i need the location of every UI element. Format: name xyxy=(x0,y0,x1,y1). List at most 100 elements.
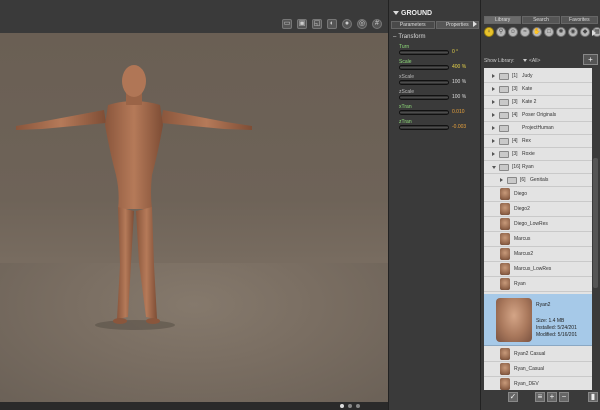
tab-parameters[interactable]: Parameters xyxy=(391,21,435,29)
folder-row[interactable]: [4] Rex xyxy=(484,135,592,148)
figures-icon[interactable]: ♀ xyxy=(484,27,494,37)
page-dot-icon[interactable] xyxy=(348,404,352,408)
figure-row[interactable]: Diego_LowRes xyxy=(484,217,592,232)
expand-down-icon[interactable] xyxy=(492,166,496,169)
tab-search[interactable]: Search xyxy=(522,16,560,24)
folder-name: Poser Originals xyxy=(522,112,557,118)
remove-item-button[interactable]: − xyxy=(559,392,569,402)
apply-button[interactable]: ✓ xyxy=(508,392,518,402)
figure-row[interactable]: Marcus xyxy=(484,232,592,247)
folder-name: Rex xyxy=(522,138,531,144)
hand-icon[interactable]: ✋ xyxy=(532,27,542,37)
folder-row[interactable]: [3] Kate xyxy=(484,83,592,96)
view-icon[interactable]: ◐ xyxy=(327,19,337,29)
folder-icon xyxy=(499,151,509,158)
hair-icon[interactable]: ≈ xyxy=(520,27,530,37)
lights-icon[interactable]: ✺ xyxy=(556,27,566,37)
collapse-arrow-icon[interactable] xyxy=(393,11,399,15)
dial-value[interactable]: 0 ° xyxy=(452,49,458,55)
expand-right-icon[interactable] xyxy=(492,126,495,130)
figure-row[interactable]: Diego2 xyxy=(484,202,592,217)
dial-value[interactable]: 0.010 xyxy=(452,109,465,115)
figure-row[interactable]: Ryan2 Casual xyxy=(484,347,592,362)
library-scrollbar[interactable] xyxy=(592,68,599,390)
scroll-thumb[interactable] xyxy=(593,158,598,288)
tab-library[interactable]: Library xyxy=(484,16,522,24)
expand-right-icon[interactable] xyxy=(492,87,495,91)
chevron-down-icon[interactable] xyxy=(523,59,527,62)
human-figure[interactable] xyxy=(0,33,388,402)
page-dot-icon[interactable] xyxy=(356,404,360,408)
layout-icon[interactable]: ▣ xyxy=(297,19,307,29)
dial-zscale[interactable]: zScale 100 % xyxy=(397,89,477,103)
add-library-button[interactable]: + xyxy=(583,54,598,65)
tab-favorites[interactable]: Favorites xyxy=(560,16,598,24)
section-transform[interactable]: Transform xyxy=(393,34,425,40)
dial-xscale[interactable]: xScale 100 % xyxy=(397,74,477,88)
camera-select-icon[interactable]: ▭ xyxy=(282,19,292,29)
expand-right-icon[interactable] xyxy=(492,100,495,104)
expand-right-icon[interactable] xyxy=(492,139,495,143)
expression-icon[interactable]: ☺ xyxy=(508,27,518,37)
dial-value[interactable]: 100 % xyxy=(452,94,466,100)
folder-row[interactable]: [1] Judy xyxy=(484,70,592,83)
target-icon[interactable]: ◎ xyxy=(357,19,367,29)
props-icon[interactable]: □ xyxy=(544,27,554,37)
dial-value[interactable]: -0.003 xyxy=(452,124,466,130)
figure-name: Ryan2 Casual xyxy=(514,351,546,357)
dial-track[interactable] xyxy=(399,65,449,70)
folder-row[interactable]: [6] Genitals xyxy=(484,174,592,187)
panel-menu-icon[interactable] xyxy=(473,21,477,27)
grid-icon[interactable]: # xyxy=(372,19,382,29)
expand-right-icon[interactable] xyxy=(492,74,495,78)
show-library-select[interactable]: <All> xyxy=(529,58,540,64)
folder-row[interactable]: [3] Roxie xyxy=(484,148,592,161)
add-to-library-button[interactable]: ≡ xyxy=(535,392,545,402)
library-list[interactable]: Ryan2 Size: 1.4 MB Installed: 5/24/201 M… xyxy=(484,68,592,390)
dial-track[interactable] xyxy=(399,125,449,130)
dial-turn[interactable]: Turn 0 ° xyxy=(397,44,477,58)
figure-row[interactable]: Marcus2 xyxy=(484,247,592,262)
dial-xtran[interactable]: xTran 0.010 xyxy=(397,104,477,118)
dial-value[interactable]: 400 % xyxy=(452,64,466,70)
figure-row[interactable]: Diego xyxy=(484,187,592,202)
dial-ztran[interactable]: zTran -0.003 xyxy=(397,119,477,133)
fit-icon[interactable]: ◱ xyxy=(312,19,322,29)
camera-icon[interactable]: ◉ xyxy=(568,27,578,37)
dial-track[interactable] xyxy=(399,110,449,115)
dial-track[interactable] xyxy=(399,95,449,100)
dial-scale[interactable]: Scale 400 % xyxy=(397,59,477,73)
document-viewport[interactable]: ▭ ▣ ◱ ◐ ● ◎ # xyxy=(0,0,388,410)
folder-icon xyxy=(499,86,509,93)
figure-name: Marcus_LowRes xyxy=(514,266,552,272)
figure-row[interactable]: Ryan_Casual xyxy=(484,362,592,377)
dial-track[interactable] xyxy=(399,50,449,55)
folder-count: [6] xyxy=(520,177,526,183)
expand-right-icon[interactable] xyxy=(492,152,495,156)
figure-row[interactable]: Marcus_LowRes xyxy=(484,262,592,277)
folder-row[interactable]: [4] Poser Originals xyxy=(484,109,592,122)
folder-row[interactable]: [16] Ryan xyxy=(484,161,592,174)
folder-count: [3] xyxy=(512,99,518,105)
expand-right-icon[interactable] xyxy=(500,178,503,182)
figure-row[interactable]: Ryan_DEV xyxy=(484,377,592,390)
actor-header[interactable]: GROUND xyxy=(389,8,481,20)
actor-name: GROUND xyxy=(401,10,433,17)
folder-name: Kate 2 xyxy=(522,99,537,105)
selected-item[interactable]: Ryan2 Size: 1.4 MB Installed: 5/24/201 M… xyxy=(484,294,592,346)
expand-right-icon[interactable] xyxy=(492,113,495,117)
library-menu-icon[interactable] xyxy=(592,30,596,36)
figure-row[interactable]: Ryan xyxy=(484,277,592,292)
figure-thumbnail xyxy=(500,203,510,215)
folder-icon xyxy=(499,138,509,145)
sphere-icon[interactable]: ● xyxy=(342,19,352,29)
delete-item-button[interactable]: ▮ xyxy=(588,392,598,402)
folder-row[interactable]: ProjectHuman xyxy=(484,122,592,135)
add-item-button[interactable]: + xyxy=(547,392,557,402)
folder-row[interactable]: [3] Kate 2 xyxy=(484,96,592,109)
materials-icon[interactable]: ◆ xyxy=(580,27,590,37)
pose-icon[interactable]: ⚲ xyxy=(496,27,506,37)
page-dot-icon[interactable] xyxy=(340,404,344,408)
dial-track[interactable] xyxy=(399,80,449,85)
dial-value[interactable]: 100 % xyxy=(452,79,466,85)
